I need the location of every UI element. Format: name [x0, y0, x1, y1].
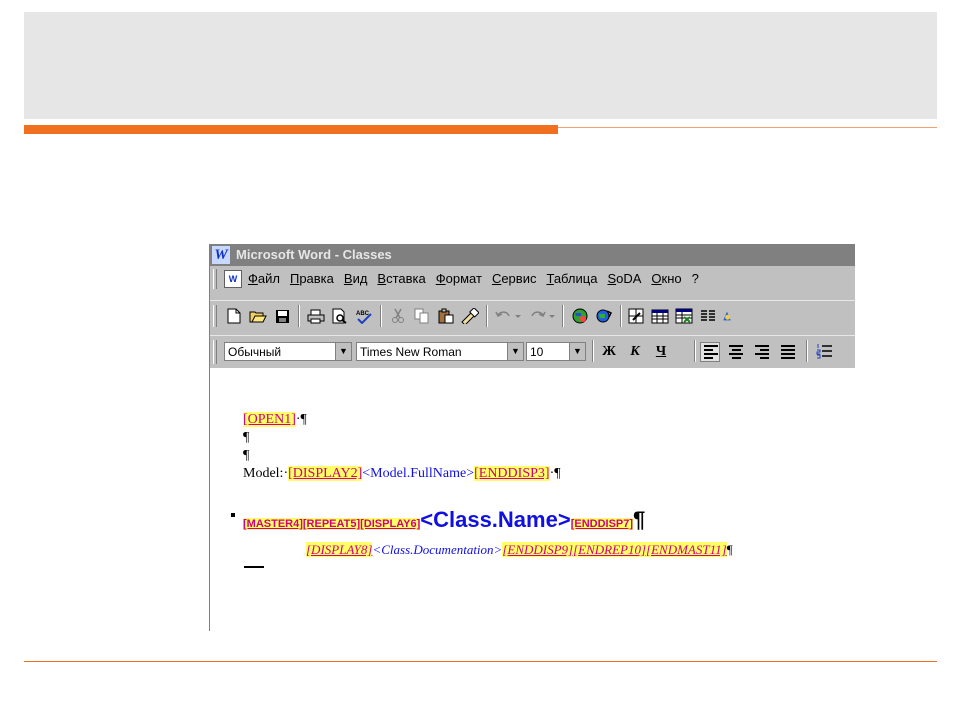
toolbar-separator: [562, 305, 564, 327]
open-folder-icon[interactable]: [248, 306, 268, 326]
field-tag: [ENDDISP7]: [570, 518, 634, 530]
chevron-down-icon[interactable]: ▼: [335, 343, 351, 360]
chevron-down-icon[interactable]: ▼: [507, 343, 523, 360]
menu-table[interactable]: Таблица: [546, 266, 597, 292]
cut-icon[interactable]: [388, 306, 408, 326]
tables-borders-icon[interactable]: [626, 306, 646, 326]
document-icon[interactable]: W: [224, 270, 242, 288]
menu-view[interactable]: Вид: [344, 266, 368, 292]
insert-table-icon[interactable]: [650, 306, 670, 326]
formatting-toolbar: Обычный ▼ Times New Roman ▼ 10 ▼ Ж К Ч: [210, 335, 855, 368]
field-tag: [DISPLAY8]: [306, 542, 373, 557]
numbered-list-icon[interactable]: [814, 341, 834, 361]
slide-footer-line: [24, 661, 937, 662]
doc-line-empty: ¶: [243, 430, 250, 445]
field-expression: <Model.FullName>: [362, 466, 475, 481]
font-value: Times New Roman: [360, 345, 462, 359]
spelling-icon[interactable]: ABC: [354, 306, 374, 326]
style-value: Обычный: [228, 345, 282, 359]
paste-icon[interactable]: [436, 306, 456, 326]
toolbar-grip[interactable]: [213, 305, 217, 327]
title-bar[interactable]: W Microsoft Word - Classes: [210, 244, 855, 266]
field-expression: <Class.Documentation>: [372, 542, 503, 557]
style-combo[interactable]: Обычный ▼: [224, 342, 352, 361]
font-combo[interactable]: Times New Roman ▼: [356, 342, 524, 361]
field-tag: [ENDDISP3]: [474, 466, 550, 481]
doc-line-class-name: [MASTER4][REPEAT5][DISPLAY6]<Class.Name>…: [243, 507, 645, 533]
paragraph-mark: ¶: [633, 507, 646, 532]
doc-line-model: Model:·[DISPLAY2]<Model.FullName>[ENDDIS…: [243, 466, 561, 482]
doc-line-empty: ¶: [243, 448, 250, 463]
field-tag: [ENDDISP9][ENDREP10][ENDMAST11]: [502, 542, 727, 557]
menubar-grip[interactable]: [213, 269, 217, 289]
word-app-icon[interactable]: W: [212, 246, 230, 264]
align-center-icon[interactable]: [726, 342, 746, 362]
bold-button[interactable]: Ж: [598, 342, 620, 362]
menu-file[interactable]: Файл: [248, 266, 280, 292]
paragraph-bullet: [231, 513, 235, 517]
redo-icon[interactable]: [528, 306, 558, 326]
font-size-value: 10: [530, 345, 544, 359]
menu-insert[interactable]: Вставка: [377, 266, 425, 292]
field-expression: <Class.Name>: [420, 507, 571, 532]
menu-format[interactable]: Формат: [436, 266, 482, 292]
paragraph-mark: ¶: [726, 542, 733, 557]
toolbar-separator: [380, 305, 382, 327]
paragraph-mark: ·¶: [549, 466, 561, 481]
slide-accent-bar: [24, 125, 558, 134]
hyperlink-icon[interactable]: [594, 306, 614, 326]
toolbar-separator: [806, 340, 808, 362]
undo-icon[interactable]: [494, 306, 524, 326]
save-icon[interactable]: [272, 306, 292, 326]
window-title: Microsoft Word - Classes: [236, 247, 392, 262]
field-tag: [OPEN1]: [243, 412, 296, 427]
menu-edit[interactable]: Правка: [290, 266, 334, 292]
print-preview-icon[interactable]: [330, 306, 350, 326]
menu-soda[interactable]: SoDA: [607, 266, 641, 292]
new-document-icon[interactable]: [224, 306, 244, 326]
columns-icon[interactable]: [698, 306, 718, 326]
align-right-icon[interactable]: [752, 342, 772, 362]
slide-header-band: [24, 12, 937, 119]
toolbar-grip[interactable]: [213, 340, 217, 364]
standard-toolbar: ABC: [210, 300, 855, 331]
menu-help[interactable]: ?: [692, 266, 699, 292]
toolbar-separator: [486, 305, 488, 327]
menu-tools[interactable]: Сервис: [492, 266, 537, 292]
copy-icon[interactable]: [412, 306, 432, 326]
align-left-icon[interactable]: [700, 342, 720, 362]
doc-line-class-doc: [DISPLAY8]<Class.Documentation>[ENDDISP9…: [306, 542, 733, 558]
document-area[interactable]: [OPEN1]·¶ ¶ ¶ Model:·[DISPLAY2]<Model.Fu…: [210, 368, 855, 631]
justify-icon[interactable]: [778, 342, 798, 362]
slide-accent-line: [558, 127, 937, 128]
menu-window[interactable]: Окно: [651, 266, 681, 292]
insert-excel-icon[interactable]: [674, 306, 694, 326]
chevron-down-icon[interactable]: ▼: [569, 343, 585, 360]
font-size-combo[interactable]: 10 ▼: [526, 342, 586, 361]
paragraph-mark: ·¶: [295, 412, 307, 427]
web-icon[interactable]: [570, 306, 590, 326]
toolbar-separator: [592, 340, 594, 362]
menu-bar: W Файл Правка Вид Вставка Формат Сервис …: [210, 266, 855, 292]
toolbar-separator: [298, 305, 300, 327]
field-tag: [DISPLAY2]: [288, 466, 363, 481]
format-painter-icon[interactable]: [460, 306, 480, 326]
toolbar-separator: [620, 305, 622, 327]
underline-button[interactable]: Ч: [650, 342, 672, 362]
print-icon[interactable]: [306, 306, 326, 326]
drawing-icon[interactable]: [722, 306, 732, 326]
italic-button[interactable]: К: [624, 342, 646, 362]
end-of-document-mark: [244, 566, 264, 568]
word-window: W Microsoft Word - Classes W Файл Правка…: [209, 244, 855, 631]
model-label: Model:·: [243, 466, 289, 481]
toolbar-separator: [694, 340, 696, 362]
field-tag: [MASTER4][REPEAT5][DISPLAY6]: [243, 518, 421, 530]
doc-line-open: [OPEN1]·¶: [243, 412, 307, 428]
